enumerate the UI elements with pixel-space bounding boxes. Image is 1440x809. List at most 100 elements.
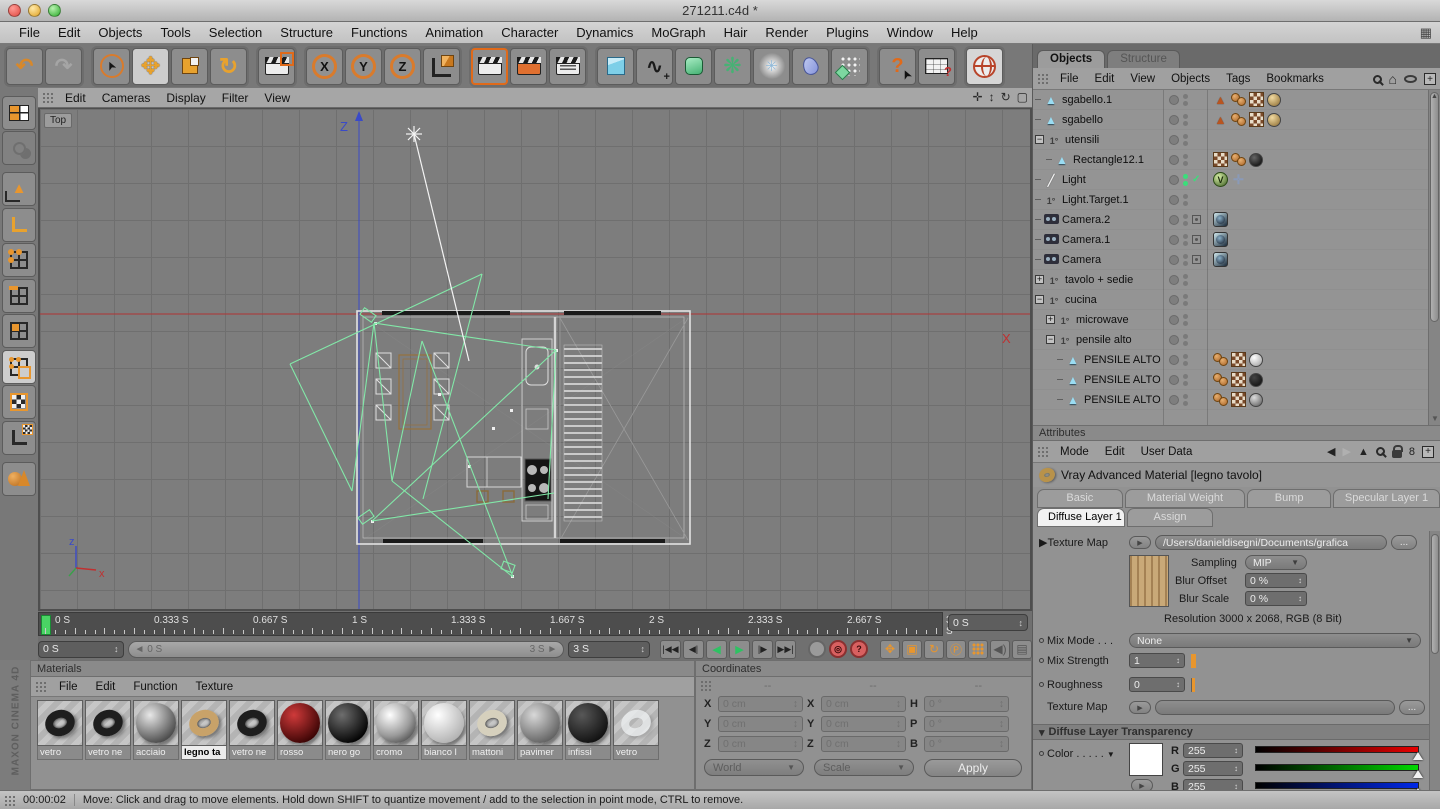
texture-thumbnail[interactable] xyxy=(1129,555,1169,607)
scrollbar-thumb[interactable] xyxy=(1431,534,1439,654)
menu-hair[interactable]: Hair xyxy=(715,25,757,40)
target-tag-icon[interactable]: ✛ xyxy=(1231,172,1246,187)
object-manager-menu-objects[interactable]: Objects xyxy=(1163,73,1218,85)
search-icon[interactable] xyxy=(1376,447,1385,456)
channel-g-gradient-slider[interactable] xyxy=(1255,764,1419,771)
texture-axis-mode-button[interactable] xyxy=(2,421,36,455)
attributes-scrollbar[interactable] xyxy=(1429,531,1440,790)
blur-offset-field[interactable]: 0 %↕ xyxy=(1245,573,1307,588)
panel-grip[interactable] xyxy=(700,680,713,691)
material-swatch[interactable]: vetro xyxy=(613,700,659,760)
collapse-icon[interactable]: − xyxy=(1035,295,1044,304)
object-row[interactable]: ▲PENSILE ALTO xyxy=(1033,390,1440,410)
minimize-window-button[interactable] xyxy=(28,4,41,17)
uvw-tag-icon[interactable] xyxy=(1231,372,1246,387)
camera-lens-tag-icon[interactable] xyxy=(1213,232,1228,247)
material-swatch[interactable]: vetro xyxy=(37,700,83,760)
range-right-arrow-icon[interactable]: ► xyxy=(545,644,558,655)
panel-grip[interactable] xyxy=(42,92,55,103)
render-region-button[interactable] xyxy=(258,48,295,85)
render-view-button[interactable] xyxy=(471,48,508,85)
menu-selection[interactable]: Selection xyxy=(200,25,271,40)
material-swatch[interactable]: rosso xyxy=(277,700,323,760)
panel-grip[interactable] xyxy=(35,681,48,692)
browse-texture-button[interactable]: ... xyxy=(1391,535,1417,550)
attributes-menu-edit[interactable]: Edit xyxy=(1097,446,1133,458)
coordinate-field-p[interactable]: 0 °↕ xyxy=(924,716,1009,732)
object-row[interactable]: −1°utensili xyxy=(1033,130,1440,150)
key-rotation-button[interactable]: ↻ xyxy=(924,640,944,659)
materials-menu-edit[interactable]: Edit xyxy=(87,681,125,693)
collapse-icon[interactable]: − xyxy=(1035,135,1044,144)
menu-file[interactable]: File xyxy=(10,25,49,40)
viewport-menu-view[interactable]: View xyxy=(256,91,298,105)
animate-dot-icon[interactable] xyxy=(1039,682,1044,687)
object-row[interactable]: ▲Rectangle12.1 xyxy=(1033,150,1440,170)
viewport-menu-display[interactable]: Display xyxy=(158,91,213,105)
menu-dynamics[interactable]: Dynamics xyxy=(567,25,642,40)
channel-r-field[interactable]: 255↕ xyxy=(1183,743,1243,758)
context-help-button[interactable]: ?➤ xyxy=(879,48,916,85)
visibility-dots-icon[interactable] xyxy=(1183,254,1188,266)
visibility-dots-icon[interactable] xyxy=(1183,314,1188,326)
visibility-dots-icon[interactable] xyxy=(1183,134,1188,146)
add-environment-button[interactable] xyxy=(831,48,868,85)
timeline-range-scrollbar[interactable]: ◄ 0 S 3 S ► xyxy=(128,641,565,658)
spinner-icon[interactable]: ↕ xyxy=(1234,746,1238,755)
object-row[interactable]: ▲PENSILE ALTO xyxy=(1033,350,1440,370)
history-back-icon[interactable]: ◀ xyxy=(1327,445,1335,458)
tab-diffuse-layer-1[interactable]: Diffuse Layer 1 xyxy=(1037,508,1125,527)
layout-button[interactable] xyxy=(2,96,36,130)
redo-button[interactable]: ↷ xyxy=(45,48,82,85)
zoom-window-button[interactable] xyxy=(48,4,61,17)
active-mode-button[interactable] xyxy=(2,350,36,384)
edges-mode-button[interactable] xyxy=(2,279,36,313)
uvw-tag-icon[interactable] xyxy=(1213,152,1228,167)
polygons-mode-button[interactable] xyxy=(2,314,36,348)
history-forward-icon[interactable]: ▶ xyxy=(1343,445,1351,458)
eight-icon[interactable]: 8 xyxy=(1409,446,1415,458)
layer-dot-icon[interactable] xyxy=(1169,195,1179,205)
material-tag-icon[interactable] xyxy=(1249,373,1263,387)
menu-animation[interactable]: Animation xyxy=(416,25,492,40)
layer-dot-icon[interactable] xyxy=(1169,355,1179,365)
smoothing-tag-icon[interactable] xyxy=(1213,392,1228,407)
material-swatch[interactable]: nero go xyxy=(325,700,371,760)
online-updater-button[interactable] xyxy=(966,48,1003,85)
timeline-end-field[interactable]: 3 S↕ xyxy=(568,641,650,658)
object-row[interactable]: ╱Light✓V✛ xyxy=(1033,170,1440,190)
spinner-icon[interactable]: ↕ xyxy=(999,718,1004,730)
add-panel-icon[interactable]: + xyxy=(1424,73,1436,85)
lock-icon[interactable] xyxy=(1392,450,1402,458)
current-time-field[interactable]: 0 S↕ xyxy=(948,614,1028,631)
goto-start-button[interactable]: |◀◀ xyxy=(660,640,681,659)
undo-button[interactable]: ↶ xyxy=(6,48,43,85)
animate-dot-icon[interactable] xyxy=(1039,658,1044,663)
object-tree-scrollbar[interactable]: ▲ ▼ xyxy=(1428,90,1440,425)
mix-strength-slider[interactable] xyxy=(1193,654,1195,668)
live-selection-button[interactable]: ➤ xyxy=(93,48,130,85)
materials-menu-texture[interactable]: Texture xyxy=(186,681,242,693)
mix-mode-dropdown[interactable]: None▼ xyxy=(1129,633,1421,648)
layer-dot-icon[interactable] xyxy=(1169,115,1179,125)
apply-button[interactable]: Apply xyxy=(924,759,1022,777)
animate-dot-icon[interactable] xyxy=(1039,751,1044,756)
current-frame-marker[interactable] xyxy=(41,615,51,635)
color-mode-arrow-icon[interactable]: ▼ xyxy=(1107,750,1115,759)
home-icon[interactable]: ⌂ xyxy=(1389,74,1397,84)
material-swatch[interactable]: legno ta xyxy=(181,700,227,760)
play-backward-button[interactable]: ◀ xyxy=(706,640,727,659)
xpresso-help-button[interactable] xyxy=(918,48,955,85)
tab-bump[interactable]: Bump xyxy=(1247,489,1331,508)
add-particles-button[interactable]: ✳ xyxy=(753,48,790,85)
material-tag-icon[interactable] xyxy=(1249,153,1263,167)
layer-dot-icon[interactable] xyxy=(1169,335,1179,345)
texture-path-field[interactable]: /Users/danieldisegni/Documents/grafica xyxy=(1155,535,1387,550)
visibility-dots-icon[interactable] xyxy=(1183,374,1188,386)
timeline-ruler[interactable]: 0 S0.333 S0.667 S1 S1.333 S1.667 S2 S2.3… xyxy=(38,612,943,636)
add-array-button[interactable]: ❋ xyxy=(714,48,751,85)
layer-dot-icon[interactable] xyxy=(1169,395,1179,405)
menu-mograph[interactable]: MoGraph xyxy=(642,25,714,40)
panel-grip[interactable] xyxy=(1037,73,1050,84)
coordinate-field-x[interactable]: 0 cm↕ xyxy=(821,696,906,712)
